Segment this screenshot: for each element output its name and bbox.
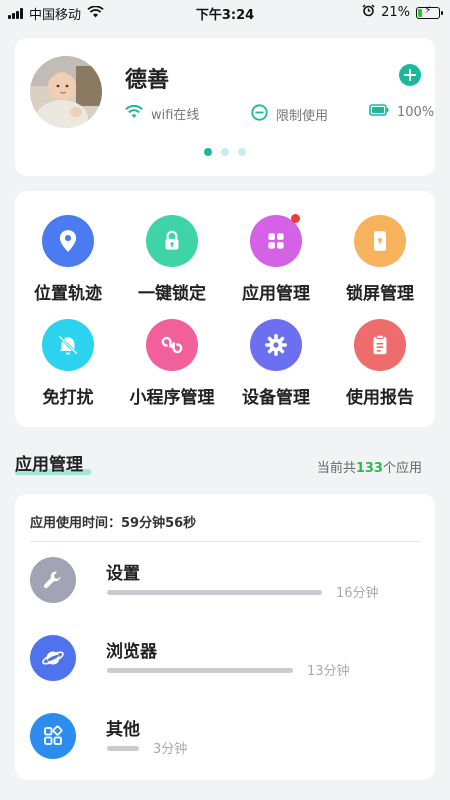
- feature-label: 一键锁定: [138, 284, 206, 304]
- app-usage-time: 16分钟: [336, 586, 379, 601]
- app-row-browser[interactable]: 浏览器 13分钟: [30, 635, 420, 685]
- feature-label: 锁屏管理: [346, 284, 414, 304]
- feature-usage-report[interactable]: 使用报告: [328, 319, 432, 408]
- grid-apps-icon: [250, 214, 302, 267]
- feature-label: 应用管理: [242, 284, 310, 304]
- device-status-row: wifi在线 限制使用 100%: [125, 104, 434, 126]
- feature-label: 免打扰: [42, 388, 94, 408]
- usage-bar-fill: [107, 590, 322, 595]
- app-name: 其他: [106, 720, 140, 740]
- battery-icon: [369, 104, 389, 120]
- usage-bar: [107, 668, 322, 673]
- device-name: 德善: [125, 68, 170, 93]
- report-icon: [354, 319, 406, 371]
- carousel-dot[interactable]: [221, 148, 229, 156]
- usage-bar-fill: [107, 746, 139, 751]
- usage-mode-label: 限制使用: [276, 109, 329, 124]
- lock-icon: [146, 215, 198, 267]
- total-usage-time: 应用使用时间：59分钟56秒: [30, 516, 197, 531]
- app-row-other[interactable]: 其他 3分钟: [30, 713, 420, 763]
- app-usage-time: 3分钟: [153, 742, 188, 757]
- planet-icon: [30, 635, 76, 681]
- device-battery-status: 100%: [369, 104, 434, 120]
- wifi-status-label: wifi在线: [151, 108, 200, 123]
- restrict-icon: [251, 104, 268, 125]
- feature-label: 使用报告: [346, 388, 414, 408]
- device-battery-label: 100%: [397, 104, 435, 120]
- usage-mode-status: 限制使用: [251, 104, 328, 125]
- app-usage-card: 应用使用时间：59分钟56秒 设置 16分钟 浏览器 13分钟 其他 3分钟: [15, 494, 435, 780]
- feature-app-management[interactable]: 应用管理: [224, 214, 328, 304]
- carousel-indicator: [15, 148, 435, 156]
- usage-bar-fill: [107, 668, 293, 673]
- status-right: 21% ⚡: [362, 4, 443, 21]
- avatar[interactable]: [30, 56, 102, 128]
- status-bar: 中国移动 下午3:24 21% ⚡: [0, 0, 450, 24]
- divider: [30, 541, 420, 542]
- app-count-prefix: 当前共: [316, 461, 356, 476]
- app-count: 当前共133个应用: [317, 457, 422, 476]
- bell-off-icon: [42, 319, 94, 371]
- feature-device-management[interactable]: 设备管理: [224, 319, 328, 408]
- add-device-button[interactable]: [399, 64, 421, 86]
- app-name: 浏览器: [106, 642, 157, 662]
- app-row-settings[interactable]: 设置 16分钟: [30, 557, 420, 607]
- feature-mini-program-management[interactable]: 小程序管理: [120, 319, 224, 408]
- app-name: 设置: [106, 564, 140, 584]
- feature-one-key-lock[interactable]: 一键锁定: [120, 215, 224, 304]
- carousel-dot[interactable]: [238, 148, 246, 156]
- carousel-dot[interactable]: [204, 148, 212, 156]
- feature-label: 小程序管理: [129, 388, 215, 408]
- section-title: 应用管理: [15, 455, 83, 475]
- wifi-icon: [125, 104, 143, 123]
- feature-grid: 位置轨迹 一键锁定 应用管理 锁屏管理 免打扰 小程序管理 设备管理 使用报告: [15, 191, 435, 427]
- app-count-number: 133: [355, 461, 383, 476]
- app-count-suffix: 个应用: [382, 461, 422, 476]
- battery-icon: ⚡: [416, 5, 443, 19]
- apps-icon: [30, 713, 76, 759]
- wrench-icon: [30, 557, 76, 603]
- feature-do-not-disturb[interactable]: 免打扰: [16, 319, 120, 408]
- device-profile-card[interactable]: 德善 wifi在线 限制使用 100%: [15, 38, 435, 176]
- location-icon: [42, 215, 94, 267]
- phone-lock-icon: [354, 215, 406, 267]
- battery-percent: 21%: [381, 5, 410, 20]
- feature-label: 设备管理: [242, 388, 310, 408]
- feature-location-track[interactable]: 位置轨迹: [16, 215, 120, 304]
- app-usage-time: 13分钟: [307, 664, 350, 679]
- usage-bar: [107, 590, 322, 595]
- feature-lock-screen-management[interactable]: 锁屏管理: [328, 215, 432, 304]
- feature-label: 位置轨迹: [34, 284, 102, 304]
- wifi-status: wifi在线: [125, 104, 199, 123]
- usage-bar: [107, 746, 322, 751]
- notification-badge: [291, 214, 300, 223]
- gear-icon: [250, 319, 302, 371]
- mini-program-icon: [146, 319, 198, 371]
- alarm-icon: [362, 4, 375, 21]
